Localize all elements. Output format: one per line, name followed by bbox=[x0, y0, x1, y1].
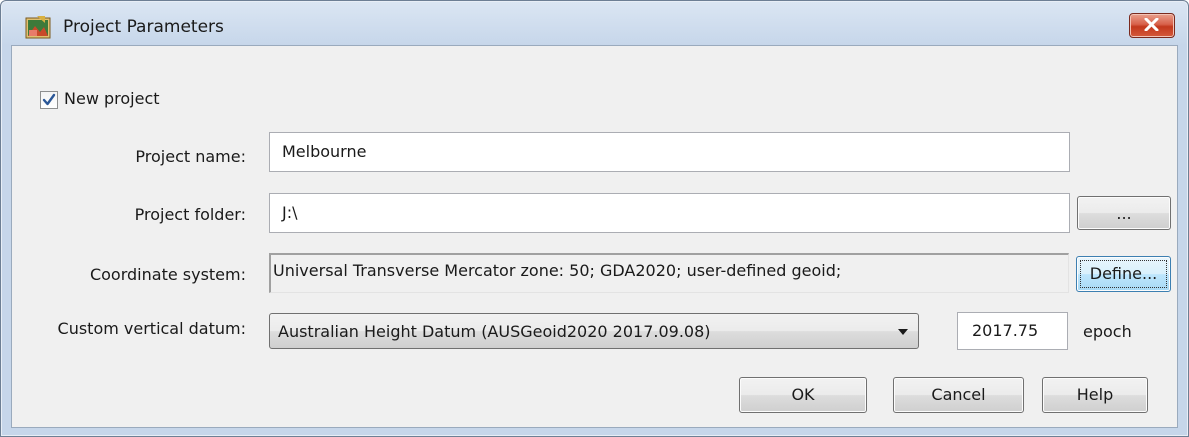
epoch-input[interactable]: 2017.75 bbox=[957, 312, 1068, 350]
title-bar[interactable]: Project Parameters bbox=[1, 1, 1188, 45]
project-name-input[interactable]: Melbourne bbox=[269, 132, 1070, 172]
coordinate-system-display: Universal Transverse Mercator zone: 50; … bbox=[269, 253, 1069, 293]
new-project-label[interactable]: New project bbox=[64, 89, 160, 108]
close-icon bbox=[1144, 18, 1159, 31]
checkmark-icon bbox=[42, 93, 56, 106]
coordinate-system-label: Coordinate system: bbox=[89, 265, 246, 284]
project-name-label: Project name: bbox=[135, 147, 246, 166]
close-button[interactable] bbox=[1129, 13, 1175, 38]
project-folder-label: Project folder: bbox=[134, 205, 246, 224]
vertical-datum-selected: Australian Height Datum (AUSGeoid2020 20… bbox=[278, 322, 711, 341]
browse-folder-button[interactable]: ... bbox=[1077, 196, 1171, 230]
chevron-down-icon bbox=[898, 329, 908, 335]
custom-vertical-datum-label: Custom vertical datum: bbox=[57, 319, 246, 338]
window-title: Project Parameters bbox=[63, 17, 224, 37]
focus-indicator bbox=[1080, 260, 1167, 288]
cancel-button[interactable]: Cancel bbox=[893, 377, 1024, 413]
project-parameters-dialog: Project Parameters New project Project n… bbox=[0, 0, 1189, 437]
dialog-body: New project Project name: Melbourne Proj… bbox=[11, 45, 1178, 428]
define-coordinate-system-button[interactable]: Define... bbox=[1076, 256, 1171, 292]
new-project-checkbox[interactable] bbox=[40, 91, 58, 109]
epoch-label: epoch bbox=[1083, 322, 1132, 341]
ok-button[interactable]: OK bbox=[739, 377, 867, 413]
project-folder-input[interactable]: J:\ bbox=[269, 193, 1070, 233]
project-parameters-app-icon bbox=[25, 15, 51, 39]
vertical-datum-dropdown[interactable]: Australian Height Datum (AUSGeoid2020 20… bbox=[269, 313, 919, 349]
help-button[interactable]: Help bbox=[1042, 377, 1148, 413]
